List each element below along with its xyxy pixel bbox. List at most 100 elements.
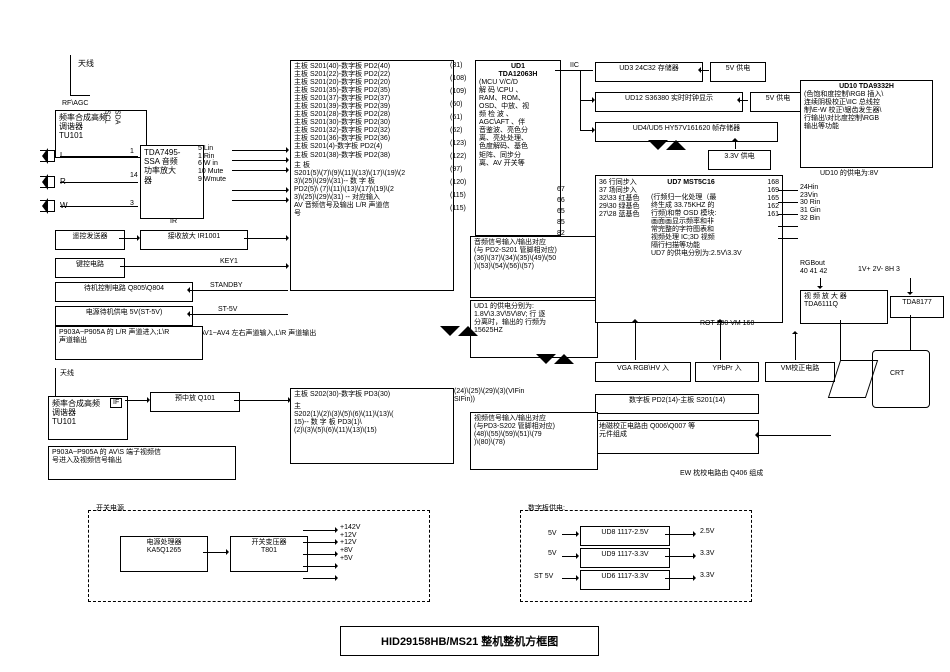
wire [840,320,841,360]
r67: 67 [557,186,565,194]
ud7-rot: ROT 200 VM 160 [700,320,754,328]
ud10-title: UD10 TDA9332H [804,83,929,91]
wire [699,70,709,71]
tda8177: TDA8177 [890,296,944,318]
big-arrow-down2 [536,354,556,364]
pin14: 14 [130,172,138,180]
wire [778,190,798,191]
s202-pins: (24)\(25)\(29)\(3)(VIFin SIFin)) [454,388,524,403]
crt-label: CRT [890,370,904,378]
mb-l3: 主板 S201(20)-数字板 PD2(20) [294,79,450,87]
ud4: UD4/UD5 HY57V161620 帧存储器 [595,122,778,142]
nb-in5a: 5V [548,530,557,538]
wire [580,130,594,131]
wire [55,368,56,398]
wire [244,238,288,239]
psu-title: 开关电源 [96,505,124,513]
wire [232,160,288,161]
wire [562,578,578,579]
wire [119,238,139,239]
wire [778,238,798,239]
wire [795,332,796,360]
ud7-pinsl: 36 行同步入 37 场同步入 32\33 红基色 29\30 绿基色 27\2… [599,179,639,219]
wire [303,530,337,531]
out33b: 3.3V [700,572,714,580]
iic: IIC [570,62,579,70]
mainboard-box: 主板 S201(40)-数字板 PD2(40) 主板 S201(22)-数字板 … [290,60,454,291]
ud8: UD8 1117-2.5V [580,526,670,546]
scl-label: SCL [103,110,111,140]
title: HID29158HB/MS21 整机整机方框图 [340,626,599,656]
amp-pins: 5 Lin 1 Rin 6 W in 10 Mute 9 Wmute [198,145,226,183]
vm: VM校正电路 [765,362,835,382]
video-amp: 视 频 放 大 器 TDA6111Q [800,290,888,324]
ant2: 天线 [60,370,74,378]
p62: (62) [450,127,462,135]
wire [562,534,578,535]
r65: 65 [557,208,565,216]
ud10-pwr: UD10 的供电为:8V [820,170,878,178]
pin1: 1 [130,148,134,156]
nb-inst: ST 5V [534,573,553,581]
if: IF [110,398,122,408]
big-arrow-up [458,326,478,336]
ud3: UD3 24C32 存储器 [595,62,703,82]
speaker-icon [40,176,55,188]
wire [778,202,798,203]
wire [562,556,578,557]
hv: 1V+ 2V- 8H 3 [858,266,900,274]
speaker-icon [40,150,55,162]
ud7-box: 36 行同步入 37 场同步入 32\33 红基色 29\30 绿基色 27\2… [595,175,783,323]
p115a: (115) [450,192,466,200]
wire [188,314,288,315]
wire [70,55,71,95]
standby-pwr: 电源待机供电 5V(ST-5V) [55,306,193,326]
wire [203,552,228,553]
wire [303,578,337,579]
wire [778,214,798,215]
antenna-label: 天线 [78,60,94,69]
ud3v: 5V 供电 [710,62,766,82]
wire [60,182,138,183]
crt-screen [872,350,930,408]
wire [778,226,798,227]
mb-sub: 主 板 S201(5)\(7)\(9)\(11)\(13)\(17)\(19)\… [294,162,450,218]
nb: 数字板 PD2(14)-主板 S201(14) [595,394,759,414]
vga: VGA RGB\HV 入 [595,362,691,382]
big-arrow-down3 [648,140,668,150]
wire [303,542,337,543]
speaker-icon [40,200,55,212]
ud1-title: UD1 TDA12063H [479,63,557,79]
wire [820,278,821,288]
nb-in5b: 5V [548,550,557,558]
s202-box: 主板 S202(30)-数字板 PD3(30) 主 S202(1)\(2)\(3… [290,388,454,464]
ud4v: 3.3V 供电 [708,150,771,170]
mb-l1: 主板 S201(40)-数字板 PD2(40) [294,63,450,71]
wire [555,70,593,71]
wire [303,566,337,567]
ud12: UD12 S36380 实时时钟显示 [595,92,743,112]
wire [665,578,695,579]
p903a: P903A~P905A 的 L/R 声道进入;L\R 声道输出 [55,326,203,360]
wire [70,95,90,96]
p97: (97) [450,166,462,174]
s202-vout: 视频信号输入/输出对应 (与PD3-S202 管脚相对应) (48)\(55)\… [470,412,598,470]
wire [188,290,288,291]
standby-ctrl: 待机控制电路 Q805\Q804 [55,282,193,302]
crt-neck [828,360,878,398]
nbpsu-title: 数字板供电: [528,505,565,513]
p61: (61) [450,114,462,122]
mb-l11: 主板 S201(4)-数字板 PD2(4) [294,143,450,151]
psu-trans: 开关变压器 T801 [230,536,308,572]
mb-l4: 主板 S201(35)-数字板 PD2(35) [294,87,450,95]
rfagc-label: RF\AGC [62,100,88,108]
ud1-audio: 音频信号输入/输出对应 (与 PD2-S201 管脚相对应) (36)\(37)… [470,236,598,298]
stv: ST-5V [218,306,237,314]
wire [232,170,288,171]
av14: AV1~AV4 左右声道输入,L\R 声道输出 [200,330,316,338]
p109: (109) [450,88,466,96]
big-arrow-up2 [554,354,574,364]
p120: (120) [450,179,466,187]
big-arrow-down [440,326,460,336]
wire [910,315,911,350]
